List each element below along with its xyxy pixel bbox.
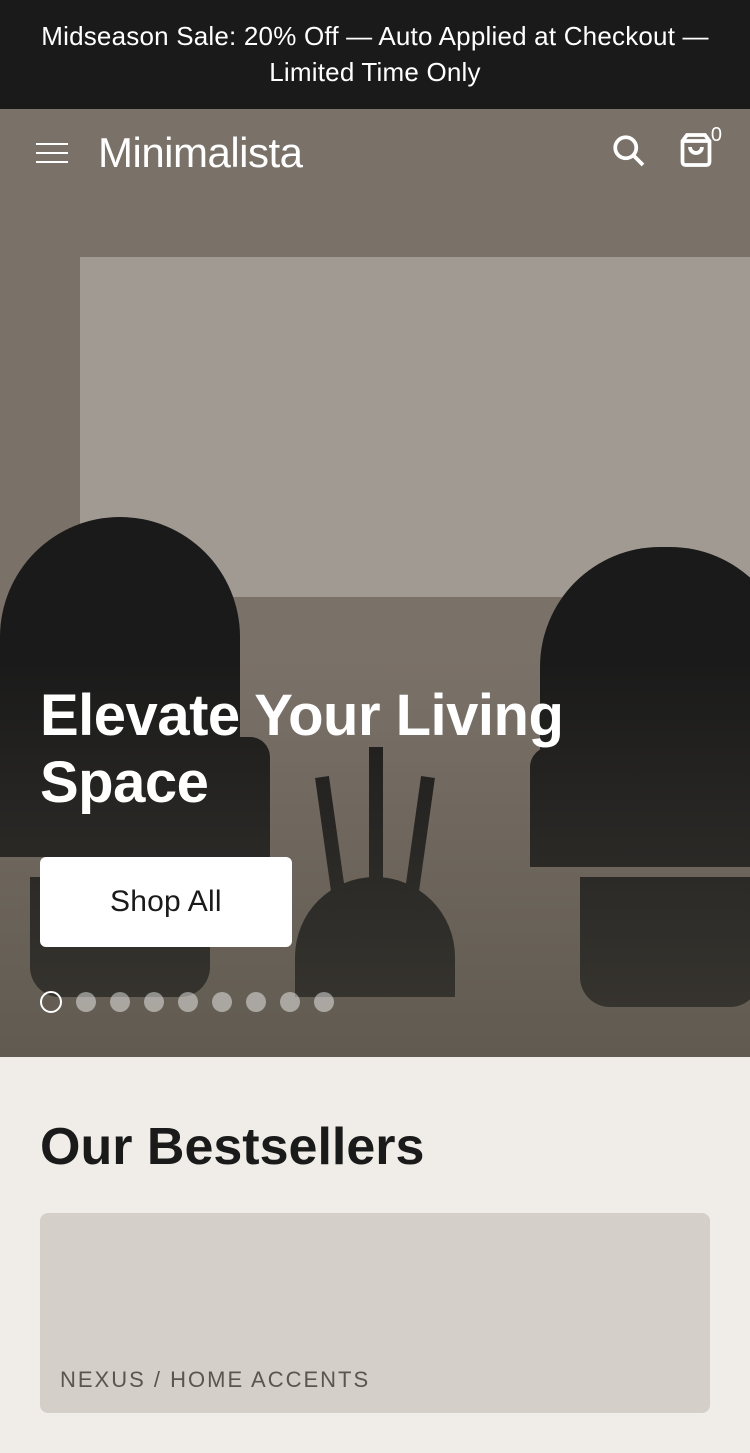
cart-badge: 0 — [711, 124, 722, 147]
hero-content: Elevate Your Living Space Shop All — [40, 683, 710, 946]
carousel-dot-7[interactable] — [246, 992, 266, 1012]
carousel-dot-8[interactable] — [280, 992, 300, 1012]
header-left: Minimalista — [36, 129, 303, 177]
shop-all-button[interactable]: Shop All — [40, 857, 292, 947]
product-card-image: NEXUS / HOME ACCENTS — [40, 1213, 710, 1413]
carousel-dot-1[interactable] — [40, 991, 62, 1013]
hamburger-icon[interactable] — [36, 143, 68, 163]
carousel-dot-4[interactable] — [144, 992, 164, 1012]
hamburger-line-3 — [36, 161, 68, 163]
hamburger-line-2 — [36, 152, 68, 154]
carousel-dot-3[interactable] — [110, 992, 130, 1012]
carousel-dots — [40, 991, 334, 1013]
announcement-bar: Midseason Sale: 20% Off — Auto Applied a… — [0, 0, 750, 109]
cart-icon — [678, 132, 714, 168]
brand-name[interactable]: Minimalista — [98, 129, 303, 177]
search-icon — [610, 132, 646, 168]
bestsellers-section: Our Bestsellers NEXUS / HOME ACCENTS — [0, 1057, 750, 1453]
bestsellers-title: Our Bestsellers — [40, 1117, 710, 1177]
hamburger-line-1 — [36, 143, 68, 145]
header: Minimalista 0 — [0, 109, 750, 197]
header-right: 0 — [610, 132, 714, 173]
product-card: NEXUS / HOME ACCENTS — [40, 1213, 710, 1413]
hero-section: Elevate Your Living Space Shop All — [0, 197, 750, 1057]
carousel-dot-2[interactable] — [76, 992, 96, 1012]
carousel-dot-5[interactable] — [178, 992, 198, 1012]
product-card-label: NEXUS / HOME ACCENTS — [60, 1367, 370, 1393]
carousel-dot-9[interactable] — [314, 992, 334, 1012]
announcement-text: Midseason Sale: 20% Off — Auto Applied a… — [41, 21, 709, 87]
cart-button[interactable]: 0 — [678, 132, 714, 173]
hero-headline: Elevate Your Living Space — [40, 683, 710, 816]
carousel-dot-6[interactable] — [212, 992, 232, 1012]
search-button[interactable] — [610, 132, 646, 173]
